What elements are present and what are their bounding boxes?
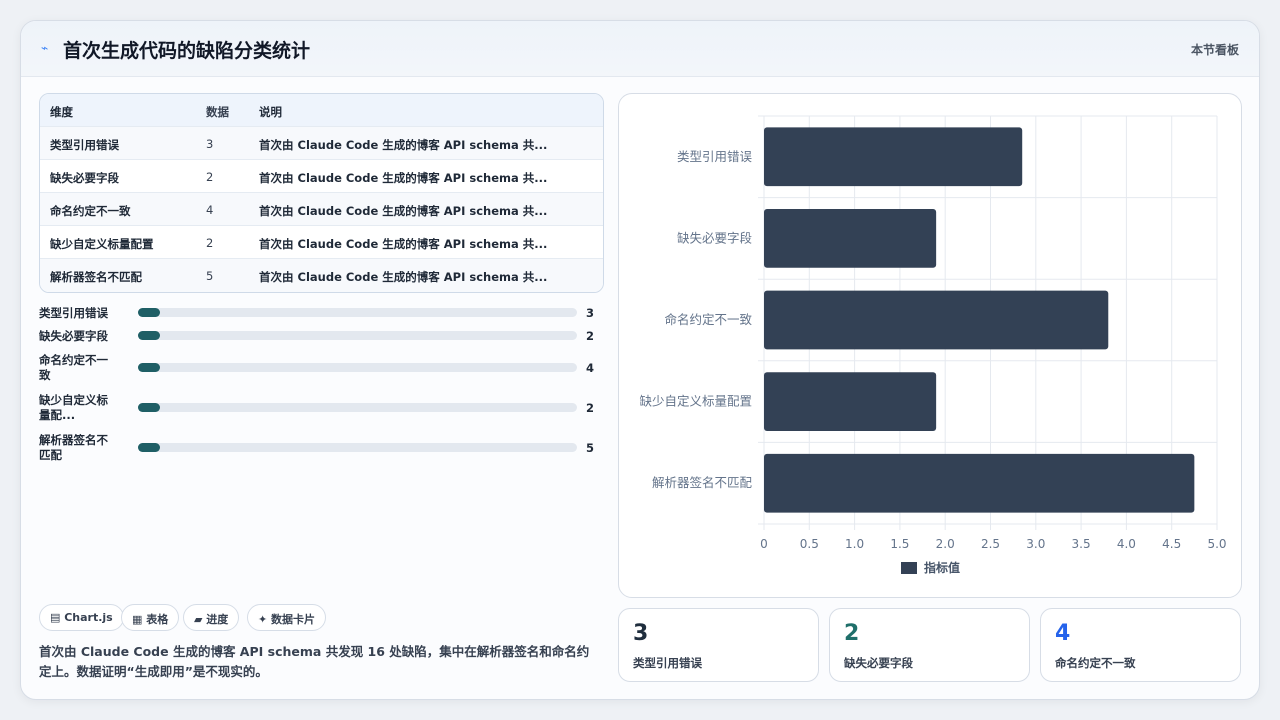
x-tick-label: 3.5 <box>1072 537 1091 551</box>
x-tick-label: 1.5 <box>890 537 909 551</box>
table-row: 缺失必要字段 2 首次由 Claude Code 生成的博客 API schem… <box>40 160 603 193</box>
cell-value: 4 <box>206 203 214 217</box>
header: ⌁ 首次生成代码的缺陷分类统计 本节看板 <box>21 21 1259 77</box>
bar <box>764 372 937 431</box>
y-tick-label: 缺失必要字段 <box>677 230 752 245</box>
column-header: 说明 <box>259 105 282 119</box>
stat-label: 缺失必要字段 <box>844 656 913 670</box>
bar <box>764 453 1195 513</box>
x-tick-label: 4.0 <box>1117 537 1136 551</box>
column-header: 数据 <box>206 105 229 119</box>
cell-name: 类型引用错误 <box>50 138 119 152</box>
progress-track <box>138 363 577 372</box>
progress-label: 类型引用错误 <box>39 306 108 320</box>
cell-desc: 首次由 Claude Code 生成的博客 API schema 共... <box>259 171 548 185</box>
bar <box>764 127 1023 187</box>
progress-track <box>138 443 577 452</box>
cell-name: 缺少自定义标量配置 <box>50 237 154 251</box>
y-tick-label: 解析器签名不匹配 <box>652 475 753 490</box>
progress-label: 命名约定不一致 <box>39 353 108 382</box>
progress-label: 缺少自定义标量配... <box>39 393 108 422</box>
progress-fill <box>138 363 160 372</box>
chip-progress[interactable]: ▰ 进度 <box>183 604 240 631</box>
y-tick-label: 类型引用错误 <box>677 149 753 164</box>
legend-label: 指标值 <box>924 560 960 575</box>
chip-table[interactable]: ▦ 表格 <box>121 604 180 631</box>
progress-value: 2 <box>586 329 595 343</box>
stat-card: 3 类型引用错误 <box>618 608 819 682</box>
stat-card: 2 缺失必要字段 <box>829 608 1030 682</box>
cell-name: 命名约定不一致 <box>50 204 131 218</box>
bar <box>764 290 1109 350</box>
x-tick-label: 2.0 <box>936 537 955 551</box>
table-row: 解析器签名不匹配 5 首次由 Claude Code 生成的博客 API sch… <box>40 259 603 292</box>
x-tick-label: 5.0 <box>1207 537 1226 551</box>
page-title: 首次生成代码的缺陷分类统计 <box>63 40 311 62</box>
progress-value: 2 <box>586 401 595 415</box>
progress-fill <box>138 331 160 340</box>
cell-value: 2 <box>206 170 214 184</box>
x-tick-label: 4.5 <box>1162 537 1181 551</box>
stat-value: 3 <box>633 621 649 646</box>
progress-fill <box>138 308 160 317</box>
progress-track <box>138 308 577 317</box>
section-badge[interactable]: 本节看板 <box>1191 41 1239 58</box>
cell-value: 2 <box>206 236 214 250</box>
column-header: 维度 <box>50 105 73 119</box>
summary-text: 首次由 Claude Code 生成的博客 API schema 共发现 16 … <box>39 644 590 679</box>
progress-track <box>138 403 577 412</box>
table-row: 缺少自定义标量配置 2 首次由 Claude Code 生成的博客 API sc… <box>40 226 603 259</box>
cell-desc: 首次由 Claude Code 生成的博客 API schema 共... <box>259 237 548 251</box>
progress-fill <box>138 443 160 452</box>
progress-label: 解析器签名不匹配 <box>39 433 108 462</box>
chip-data-card[interactable]: ✦ 数据卡片 <box>247 604 327 631</box>
x-tick-label: 3.0 <box>1026 537 1045 551</box>
data-table: 维度 数据 说明 类型引用错误 3 首次由 Claude Code 生成的博客 … <box>39 93 604 293</box>
bar-chart: 0 0.5 1.0 1.5 2.0 2.5 3.0 3.5 4.0 4.5 5.0 类型引用错误缺失必… <box>639 115 1227 575</box>
table-row: 命名约定不一致 4 首次由 Claude Code 生成的博客 API sche… <box>40 193 603 226</box>
x-tick-label: 2.5 <box>981 537 1000 551</box>
x-tick-label: 1.0 <box>845 537 864 551</box>
chip-chartjs[interactable]: ▤ Chart.js <box>39 604 124 631</box>
table-row: 类型引用错误 3 首次由 Claude Code 生成的博客 API schem… <box>40 127 603 160</box>
cell-desc: 首次由 Claude Code 生成的博客 API schema 共... <box>259 138 548 152</box>
stat-label: 命名约定不一致 <box>1055 656 1136 670</box>
dashboard-card: ⌁ 首次生成代码的缺陷分类统计 本节看板 维度 数据 说明 类型引用错误 3 首… <box>20 20 1260 700</box>
progress-label: 缺失必要字段 <box>39 329 108 343</box>
y-tick-label: 命名约定不一致 <box>664 312 752 327</box>
progress-value: 4 <box>586 361 595 375</box>
progress-track <box>138 331 577 340</box>
cell-value: 3 <box>206 137 214 151</box>
stat-value: 2 <box>844 621 860 646</box>
bar <box>764 209 937 268</box>
cell-name: 解析器签名不匹配 <box>50 270 142 284</box>
stat-label: 类型引用错误 <box>633 656 702 670</box>
chart-panel: 0 0.5 1.0 1.5 2.0 2.5 3.0 3.5 4.0 4.5 5.0 类型引用错误 缺失必… <box>618 93 1242 598</box>
sparkle-icon: ⌁ <box>41 41 49 55</box>
progress-fill <box>138 403 160 412</box>
cell-desc: 首次由 Claude Code 生成的博客 API schema 共... <box>259 270 548 284</box>
cell-name: 缺失必要字段 <box>50 171 119 185</box>
table-header-row: 维度 数据 说明 <box>40 94 603 127</box>
cell-desc: 首次由 Claude Code 生成的博客 API schema 共... <box>259 204 548 218</box>
progress-value: 3 <box>586 306 595 320</box>
cell-value: 5 <box>206 269 214 283</box>
y-tick-label: 缺少自定义标量配置 <box>639 394 752 409</box>
x-tick-label: 0 <box>760 537 768 551</box>
stat-value: 4 <box>1055 621 1071 646</box>
legend-swatch <box>901 562 917 574</box>
x-tick-label: 0.5 <box>800 537 819 551</box>
progress-value: 5 <box>586 441 595 455</box>
stat-card: 4 命名约定不一致 <box>1040 608 1241 682</box>
